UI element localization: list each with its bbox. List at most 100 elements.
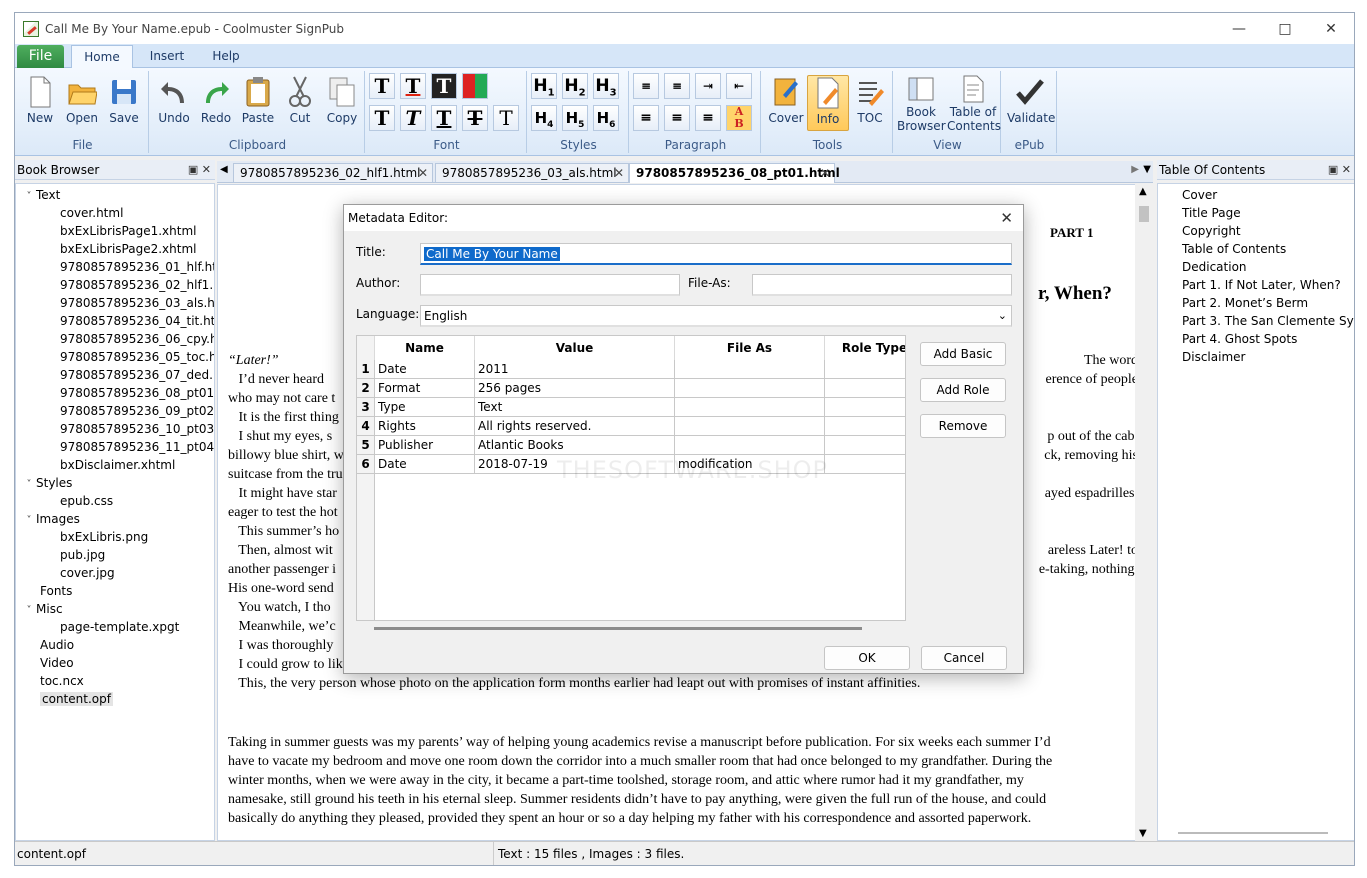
tree-folder[interactable]: ˅ Styles (16, 474, 214, 492)
heading1-button[interactable]: H1 (531, 73, 557, 99)
cell-fileas[interactable] (675, 360, 825, 379)
tree-file[interactable]: 9780857895236_03_als.html (16, 294, 214, 312)
cell-name[interactable]: Date (375, 455, 475, 474)
tab-help[interactable]: Help (201, 45, 251, 68)
row-number[interactable]: 1 (357, 360, 375, 379)
toc-item[interactable]: Part 3. The San Clemente Syndro (1182, 312, 1354, 330)
tab-file[interactable]: File (17, 45, 64, 68)
author-field[interactable] (420, 274, 680, 296)
heading5-button[interactable]: H5 (562, 105, 588, 131)
underline-button[interactable]: T (431, 105, 457, 131)
row-number[interactable]: 4 (357, 417, 375, 436)
color-palette-icon[interactable] (462, 73, 488, 99)
redo-button[interactable]: Redo (195, 75, 237, 131)
italic-button[interactable]: T (400, 105, 426, 131)
tree-file[interactable]: 9780857895236_09_pt02.html (16, 402, 214, 420)
title-field[interactable]: Call Me By Your Name (420, 243, 1012, 265)
tree-folder[interactable]: ˅ Text (16, 186, 214, 204)
bold-button[interactable]: T (369, 105, 395, 131)
cell-value[interactable]: Text (475, 398, 675, 417)
cut-button[interactable]: Cut (279, 75, 321, 131)
language-select[interactable]: English ⌄ (420, 305, 1012, 327)
tree-file[interactable]: bxExLibrisPage1.xhtml (16, 222, 214, 240)
tree-file[interactable]: 9780857895236_10_pt03.html (16, 420, 214, 438)
tree-file[interactable]: 9780857895236_11_pt04.html (16, 438, 214, 456)
tree-file[interactable]: cover.jpg (16, 564, 214, 582)
tree-file[interactable]: 9780857895236_01_hlf.html (16, 258, 214, 276)
close-icon[interactable]: ✕ (1308, 13, 1354, 44)
align-right-icon[interactable]: ≡ (695, 105, 721, 131)
tree-file[interactable]: 9780857895236_08_pt01.html (16, 384, 214, 402)
cell-value[interactable]: 256 pages (475, 379, 675, 398)
row-number[interactable]: 2 (357, 379, 375, 398)
numbered-list-icon[interactable]: ≡ (664, 73, 690, 99)
cell-value[interactable]: All rights reserved. (475, 417, 675, 436)
tree-item[interactable]: Audio (16, 636, 214, 654)
maximize-icon[interactable]: □ (1262, 13, 1308, 44)
tree-file[interactable]: bxDisclaimer.xhtml (16, 456, 214, 474)
cell-roletype[interactable] (825, 417, 905, 436)
tree-file[interactable]: 9780857895236_07_ded.html (16, 366, 214, 384)
align-center-icon[interactable]: ≡ (664, 105, 690, 131)
editor-scrollbar[interactable]: ▲ ▼ (1135, 184, 1153, 841)
panel-close-icon[interactable]: ▣ ✕ (1328, 160, 1351, 180)
tree-file[interactable]: 9780857895236_05_toc.html (16, 348, 214, 366)
chevron-down-icon[interactable]: ˅ (22, 188, 36, 206)
new-button[interactable]: New (19, 75, 61, 131)
cell-name[interactable]: Format (375, 379, 475, 398)
cancel-button[interactable]: Cancel (921, 646, 1007, 670)
tree-file[interactable]: pub.jpg (16, 546, 214, 564)
column-header-fileas[interactable]: File As (675, 336, 825, 360)
undo-button[interactable]: Undo (153, 75, 195, 131)
tree-file[interactable]: 9780857895236_06_cpy.html (16, 330, 214, 348)
plain-text-button[interactable]: T (493, 105, 519, 131)
table-of-contents-button[interactable]: Table of Contents (947, 75, 1001, 141)
cell-value[interactable]: Atlantic Books (475, 436, 675, 455)
tab-home[interactable]: Home (71, 45, 133, 68)
heading4-button[interactable]: H4 (531, 105, 557, 131)
toc-item[interactable]: Table of Contents (1182, 240, 1354, 258)
cell-roletype[interactable] (825, 360, 905, 379)
copy-button[interactable]: Copy (321, 75, 363, 131)
info-button[interactable]: Info (807, 75, 849, 131)
row-number[interactable]: 6 (357, 455, 375, 474)
cell-fileas[interactable] (675, 436, 825, 455)
toc-item[interactable]: Title Page (1182, 204, 1354, 222)
toc-button[interactable]: TOC (849, 75, 891, 131)
bullet-list-icon[interactable]: ≡ (633, 73, 659, 99)
open-button[interactable]: Open (61, 75, 103, 131)
tree-file[interactable]: bxExLibris.png (16, 528, 214, 546)
column-header-value[interactable]: Value (475, 336, 675, 360)
tree-folder[interactable]: ˅ Images (16, 510, 214, 528)
cell-roletype[interactable] (825, 398, 905, 417)
tree-file[interactable]: epub.css (16, 492, 214, 510)
cell-fileas[interactable] (675, 379, 825, 398)
toc-item[interactable]: Disclaimer (1182, 348, 1354, 366)
add-basic-button[interactable]: Add Basic (920, 342, 1006, 366)
fileas-field[interactable] (752, 274, 1012, 296)
heading6-button[interactable]: H6 (593, 105, 619, 131)
toc-hscroll[interactable] (1178, 832, 1328, 834)
chevron-down-icon[interactable]: ˅ (22, 512, 36, 530)
toc-item[interactable]: Part 2. Monet’s Berm (1182, 294, 1354, 312)
tree-file[interactable]: 9780857895236_02_hlf1.html (16, 276, 214, 294)
cell-name[interactable]: Type (375, 398, 475, 417)
toc-item[interactable]: Part 1. If Not Later, When? (1182, 276, 1354, 294)
heading2-button[interactable]: H2 (562, 73, 588, 99)
cell-fileas[interactable] (675, 398, 825, 417)
row-number[interactable]: 3 (357, 398, 375, 417)
heading3-button[interactable]: H3 (593, 73, 619, 99)
book-browser-button[interactable]: Book Browser (897, 75, 946, 141)
tab-scroll-left-icon[interactable]: ◀ (220, 164, 228, 175)
doc-tab-3[interactable]: 9780857895236_08_pt01.html ✕ (629, 163, 840, 183)
doc-tab-2[interactable]: 9780857895236_03_als.html ✕ (435, 163, 629, 183)
tree-item[interactable]: toc.ncx (16, 672, 214, 690)
cell-name[interactable]: Date (375, 360, 475, 379)
remove-button[interactable]: Remove (920, 414, 1006, 438)
toc-item[interactable]: Part 4. Ghost Spots (1182, 330, 1354, 348)
close-icon[interactable]: ✕ (418, 164, 428, 182)
row-number[interactable]: 5 (357, 436, 375, 455)
tree-file[interactable]: bxExLibrisPage2.xhtml (16, 240, 214, 258)
close-icon[interactable]: ✕ (614, 164, 624, 182)
minimize-icon[interactable]: — (1216, 13, 1262, 44)
